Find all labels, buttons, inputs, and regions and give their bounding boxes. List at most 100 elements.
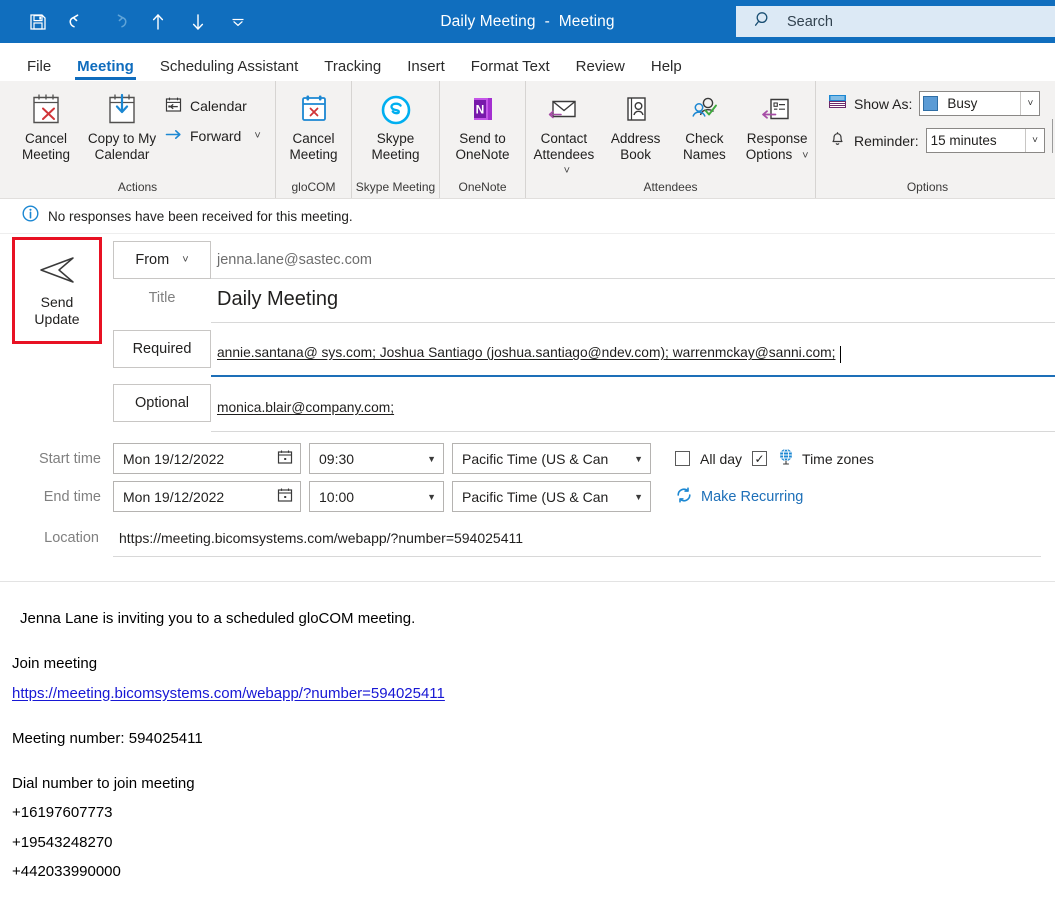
tab-file[interactable]: File (14, 59, 64, 81)
tab-format-text[interactable]: Format Text (458, 59, 563, 81)
location-field[interactable]: https://meeting.bicomsystems.com/webapp/… (113, 519, 1041, 557)
send-update-label-line2: Update (34, 311, 80, 327)
all-day-checkbox[interactable] (675, 451, 690, 466)
search-placeholder: Search (787, 13, 833, 30)
title-label: Title (148, 290, 176, 306)
from-button[interactable]: From ˅ (113, 241, 211, 279)
title-field[interactable]: Daily Meeting (211, 279, 1055, 323)
title-row: Title Daily Meeting (113, 279, 1055, 323)
address-book-button[interactable]: Address Book (602, 87, 670, 162)
reminder-dropdown[interactable]: 15 minutes ˅ (925, 128, 1045, 153)
glocom-cancel-meeting-button[interactable]: Cancel Meeting (276, 87, 351, 162)
chevron-down-icon[interactable]: ▼ (634, 492, 643, 502)
cancel-meeting-button[interactable]: Cancel Meeting (8, 87, 84, 162)
optional-button-label: Optional (134, 395, 189, 411)
make-recurring-button[interactable]: Make Recurring (675, 486, 803, 508)
send-to-onenote-button[interactable]: N Send to OneNote (440, 87, 525, 162)
info-bar-text: No responses have been received for this… (48, 208, 353, 224)
address-book-label: Address Book (610, 131, 661, 162)
body-meeting-number: Meeting number: 594025411 (12, 729, 203, 747)
optional-row: Optional monica.blair@company.com; (113, 384, 1055, 432)
required-button[interactable]: Required (113, 330, 211, 368)
calendar-label: Calendar (190, 98, 247, 114)
calendar-picker-icon[interactable] (277, 487, 293, 506)
save-icon[interactable] (18, 4, 58, 40)
calendar-back-icon (164, 96, 183, 116)
chevron-down-icon[interactable]: ▼ (634, 454, 643, 464)
chevron-down-icon[interactable]: ˅ (1025, 129, 1044, 152)
tab-review[interactable]: Review (563, 59, 638, 81)
previous-item-icon[interactable] (138, 4, 178, 40)
end-date-value: Mon 19/12/2022 (123, 488, 225, 505)
tab-tracking[interactable]: Tracking (311, 59, 394, 81)
chevron-down-icon[interactable]: ˅ (1020, 92, 1039, 115)
reminder-row: Reminder: 15 minutes ˅ (828, 128, 1045, 153)
envelope-reply-icon (545, 91, 583, 129)
ribbon-group-attendees: Contact Attendees ˅ Address Book Check N… (525, 81, 815, 198)
calendar-button[interactable]: Calendar (160, 95, 267, 117)
window-title-subtitle: Meeting (558, 12, 615, 30)
optional-field[interactable]: monica.blair@company.com; (211, 384, 1055, 432)
quick-access-toolbar (0, 4, 258, 40)
location-label: Location (44, 530, 99, 546)
meeting-body[interactable]: Jenna Lane is inviting you to a schedule… (0, 582, 1055, 886)
glocom-cancel-meeting-label: Cancel Meeting (289, 131, 338, 162)
search-input[interactable]: Search (736, 6, 1055, 37)
chevron-down-icon[interactable]: ▼ (427, 454, 436, 464)
body-dial-number: +442033990000 (12, 862, 121, 880)
start-timezone-dropdown[interactable]: Pacific Time (US & Can ▼ (452, 443, 651, 474)
chevron-down-icon[interactable]: ˅ (254, 130, 260, 142)
start-time-row: Start time Mon 19/12/2022 09:30 ▼ Pacifi… (15, 443, 1055, 474)
busy-color-swatch (923, 96, 939, 111)
end-time-input[interactable]: 10:00 ▼ (309, 481, 444, 512)
skype-meeting-button[interactable]: Skype Meeting (352, 87, 439, 162)
calendar-cancel-icon (26, 91, 66, 129)
calendar-picker-icon[interactable] (277, 449, 293, 468)
ribbon-group-label-glocom: gloCOM (291, 180, 336, 194)
show-as-dropdown[interactable]: Busy ˅ (919, 91, 1041, 116)
end-timezone-dropdown[interactable]: Pacific Time (US & Can ▼ (452, 481, 651, 512)
chevron-down-icon[interactable]: ˅ (564, 165, 570, 177)
end-date-input[interactable]: Mon 19/12/2022 (113, 481, 301, 512)
search-icon (754, 10, 773, 34)
chevron-down-icon[interactable]: ▼ (427, 492, 436, 502)
form-fields: From ˅ jenna.lane@sastec.com Title Daily… (39, 241, 1055, 557)
from-field[interactable]: jenna.lane@sastec.com (211, 241, 1055, 279)
globe-icon (777, 447, 795, 470)
undo-icon[interactable] (58, 4, 98, 40)
body-join-link[interactable]: https://meeting.bicomsystems.com/webapp/… (12, 679, 1055, 708)
bell-icon (828, 129, 847, 152)
location-row: Location https://meeting.bicomsystems.co… (15, 519, 1055, 557)
tab-meeting[interactable]: Meeting (64, 59, 147, 81)
response-options-label: Response Options (745, 131, 808, 162)
contact-attendees-button[interactable]: Contact Attendees ˅ (526, 87, 602, 178)
tab-insert[interactable]: Insert (394, 59, 458, 81)
location-value: https://meeting.bicomsystems.com/webapp/… (119, 529, 524, 546)
chevron-down-icon[interactable]: ˅ (802, 150, 808, 162)
copy-to-my-calendar-button[interactable]: Copy to My Calendar (84, 87, 160, 162)
end-timezone-value: Pacific Time (US & Can (462, 488, 609, 505)
tab-help[interactable]: Help (638, 59, 695, 81)
customize-quick-access-toolbar-icon[interactable] (218, 4, 258, 40)
required-field[interactable]: annie.santana@ sys.com; Joshua Santiago … (211, 330, 1055, 377)
send-to-onenote-label: Send to OneNote (455, 131, 510, 162)
chevron-down-icon[interactable]: ˅ (182, 254, 188, 266)
show-as-label: Show As: (854, 95, 913, 112)
response-options-icon (758, 91, 796, 129)
optional-button[interactable]: Optional (113, 384, 211, 422)
redo-icon[interactable] (98, 4, 138, 40)
time-zones-checkbox[interactable]: ✓ (752, 451, 768, 466)
tab-scheduling-assistant[interactable]: Scheduling Assistant (147, 59, 311, 81)
check-names-button[interactable]: Check Names (670, 87, 740, 162)
send-update-button[interactable]: Send Update (12, 237, 102, 344)
forward-button[interactable]: Forward ˅ (160, 125, 267, 147)
forward-arrow-icon (164, 126, 183, 146)
start-time-input[interactable]: 09:30 ▼ (309, 443, 444, 474)
response-options-button[interactable]: Response Options ˅ (739, 87, 815, 162)
ribbon-group-options: Show As: Busy ˅ Reminder: 15 minutes ˅ O… (815, 81, 1045, 198)
start-date-input[interactable]: Mon 19/12/2022 (113, 443, 301, 474)
next-item-icon[interactable] (178, 4, 218, 40)
body-join-label: Join meeting (12, 655, 98, 673)
